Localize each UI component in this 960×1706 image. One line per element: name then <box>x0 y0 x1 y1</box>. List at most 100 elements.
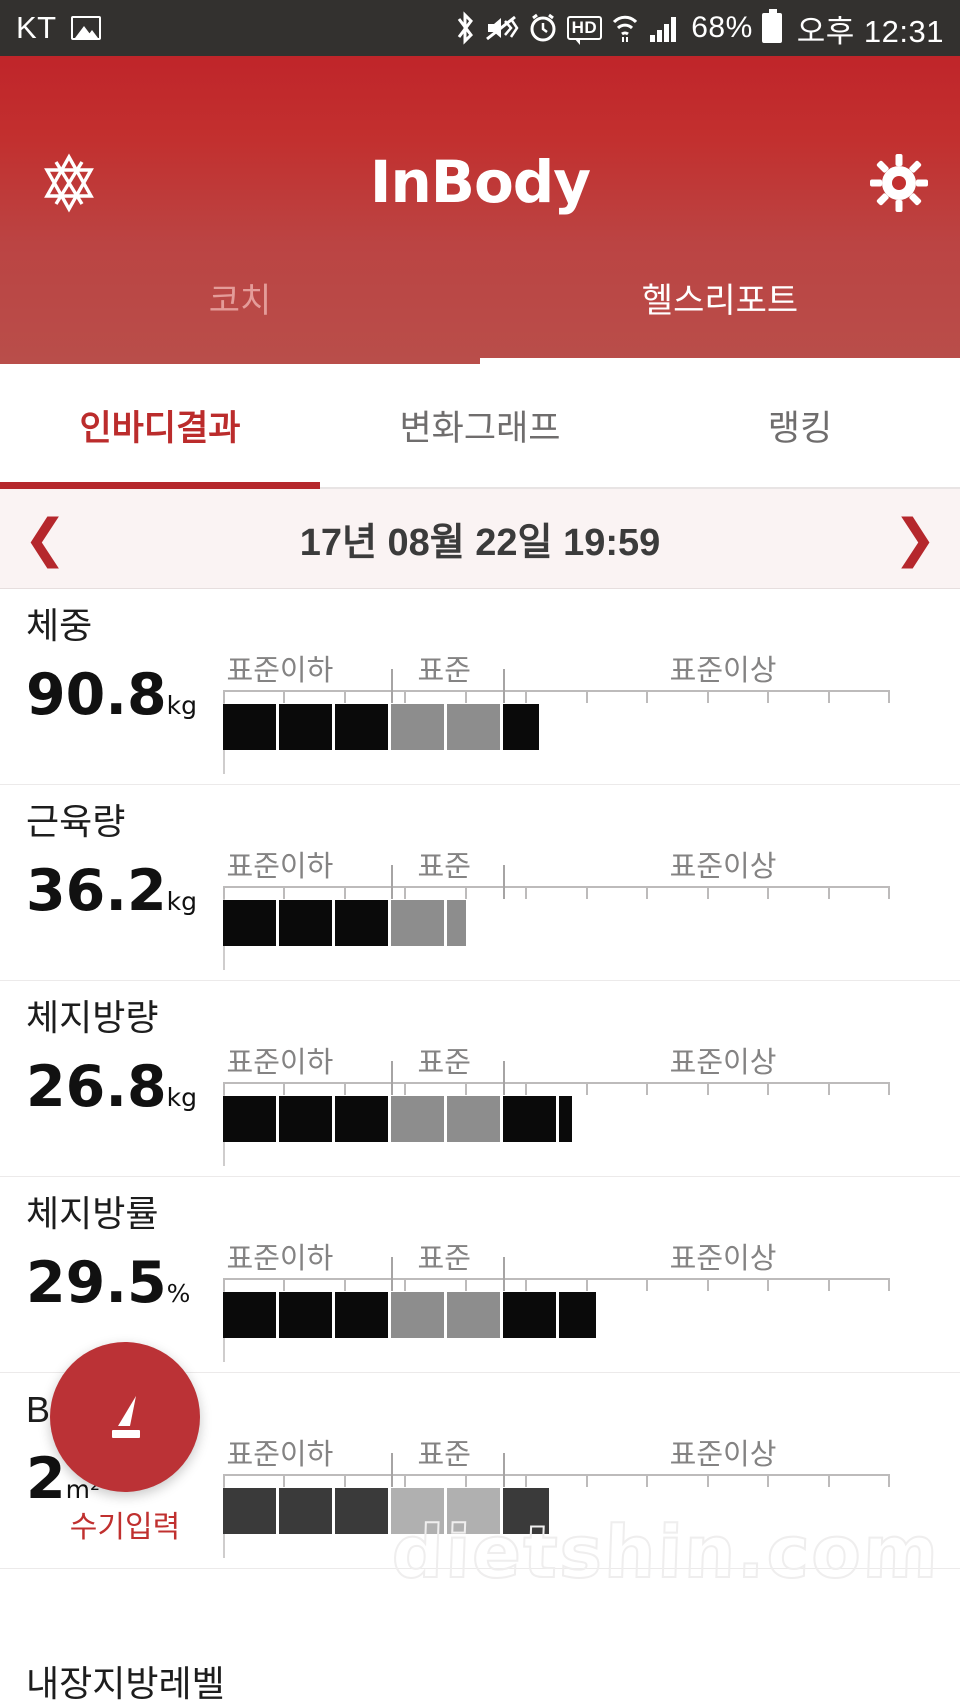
scale-tick <box>343 1474 346 1487</box>
metric-row: 체지방량 26.8kg 표준이하 표준 표준이상 <box>0 981 960 1177</box>
scale-tick <box>404 690 407 703</box>
gauge-bar-segment <box>502 1488 553 1534</box>
scale-tick <box>706 1278 709 1291</box>
chevron-left-icon[interactable]: ❮ <box>0 509 90 569</box>
gauge-bar-segment <box>223 704 279 750</box>
sub-tab-bar: 인바디결과 변화그래프 랭킹 <box>0 364 960 489</box>
app-root: KT HD 68% 오후 12:31 InBody 코치 헬스리포트 인바디결과… <box>0 0 960 1706</box>
gauge-bar-segment <box>558 1292 599 1338</box>
gauge-bar-segment <box>502 1096 559 1142</box>
gauge-bar-segment <box>334 1096 391 1142</box>
scale-tick <box>585 1474 588 1487</box>
tab-inbody-result[interactable]: 인바디결과 <box>0 364 320 489</box>
gauge-bar-segment <box>334 704 391 750</box>
metric-label: 체중 <box>26 605 93 646</box>
gauge-bar <box>223 1292 888 1338</box>
clock-label: 오후 12:31 <box>796 13 944 49</box>
tab-coach[interactable]: 코치 <box>0 244 480 364</box>
metric-value-number: 26.8 <box>26 1053 167 1120</box>
metric-gauge: 표준이하 표준 표준이상 <box>196 1373 960 1568</box>
gauge-scale <box>223 1257 890 1291</box>
zone-label-above: 표준이상 <box>669 851 777 883</box>
gauge-bar-segment <box>446 1096 503 1142</box>
image-icon <box>70 16 101 40</box>
scale-tick <box>767 690 770 703</box>
scale-tick <box>827 690 830 703</box>
gauge-bar-segment <box>223 1488 279 1534</box>
gauge-bar-segment <box>278 1292 335 1338</box>
metric-info: 체지방률 29.5% <box>0 1177 196 1312</box>
chevron-right-icon[interactable]: ❯ <box>870 509 960 569</box>
metric-unit: kg <box>166 690 197 720</box>
scale-tick <box>404 886 407 899</box>
gauge-bar-segment <box>223 1096 279 1142</box>
scale-tick <box>827 1474 830 1487</box>
zone-label-group: 표준이하 표준 표준이상 <box>196 647 960 687</box>
zone-boundary-tick <box>390 669 393 703</box>
zone-label-below: 표준이하 <box>226 1439 334 1471</box>
scale-tick <box>706 1082 709 1095</box>
hd-icon: HD <box>566 16 603 45</box>
metric-unit: % <box>166 1278 191 1308</box>
gauge-bar-segment <box>334 1292 391 1338</box>
manual-input-fab[interactable] <box>50 1342 200 1492</box>
scale-tick <box>888 690 890 703</box>
wifi-icon <box>611 13 639 43</box>
gauge-bar <box>223 900 888 946</box>
scale-tick <box>706 886 709 899</box>
signal-icon <box>648 13 680 43</box>
scale-tick <box>706 690 709 703</box>
tab-ranking[interactable]: 랭킹 <box>640 364 960 487</box>
metric-gauge: 표준이하 표준 표준이상 <box>196 981 960 1176</box>
zone-label-group: 표준이하 표준 표준이상 <box>196 1235 960 1275</box>
scale-tick <box>283 1278 286 1291</box>
metric-unit: kg <box>166 886 197 916</box>
scale-tick <box>223 690 225 703</box>
scale-tick <box>827 886 830 899</box>
scale-tick <box>464 1474 467 1487</box>
gauge-bar-segment <box>278 704 335 750</box>
scale-tick <box>464 1082 467 1095</box>
gauge-bar-segment <box>334 1488 391 1534</box>
metric-label: 체지방률 <box>26 1193 159 1234</box>
gauge-bar <box>223 704 888 750</box>
metric-row: 체중 90.8kg 표준이하 표준 표준이상 <box>0 589 960 785</box>
metric-label-visceral-fat: 내장지방레벨 <box>26 1663 225 1704</box>
metric-value-number: 36.2 <box>26 857 167 924</box>
metric-gauge: 표준이하 표준 표준이상 <box>196 1177 960 1372</box>
zone-boundary-tick <box>390 865 393 899</box>
scale-tick <box>888 1278 890 1291</box>
metric-value: 29.5% <box>26 1254 196 1312</box>
zone-label-below: 표준이하 <box>226 1047 334 1079</box>
zone-label-below: 표준이하 <box>226 1243 334 1275</box>
gauge-bar-segment <box>223 1292 279 1338</box>
scale-tick <box>585 886 588 899</box>
scale-tick <box>283 1474 286 1487</box>
page-title: InBody <box>369 148 591 216</box>
gauge-bar <box>223 1488 888 1534</box>
tab-change-graph[interactable]: 변화그래프 <box>320 364 640 487</box>
zone-label-below: 표준이하 <box>226 655 334 687</box>
scale-tick <box>646 1082 649 1095</box>
scale-tick <box>404 1082 407 1095</box>
carrier-label: KT <box>16 10 57 45</box>
gauge-scale <box>223 1453 890 1487</box>
gauge-scale <box>223 865 890 899</box>
scale-tick <box>706 1474 709 1487</box>
gauge-bar-segment <box>502 1292 559 1338</box>
metric-value: 26.8kg <box>26 1058 197 1116</box>
gauge-bar <box>223 1096 888 1142</box>
metric-label: 근육량 <box>26 801 126 842</box>
scale-tick <box>888 1474 890 1487</box>
metric-gauge: 표준이하 표준 표준이상 <box>196 589 960 784</box>
gear-icon[interactable] <box>870 154 928 212</box>
metric-row: 근육량 36.2kg 표준이하 표준 표준이상 <box>0 785 960 981</box>
scale-tick <box>343 1082 346 1095</box>
gauge-bar-segment <box>446 900 470 946</box>
tab-health-report[interactable]: 헬스리포트 <box>480 244 960 364</box>
scale-tick <box>525 1474 528 1487</box>
scale-tick <box>827 1278 830 1291</box>
gauge-bar-segment <box>390 704 447 750</box>
top-tab-bar: 코치 헬스리포트 <box>0 244 960 364</box>
metric-value-number: 90.8 <box>26 661 167 728</box>
